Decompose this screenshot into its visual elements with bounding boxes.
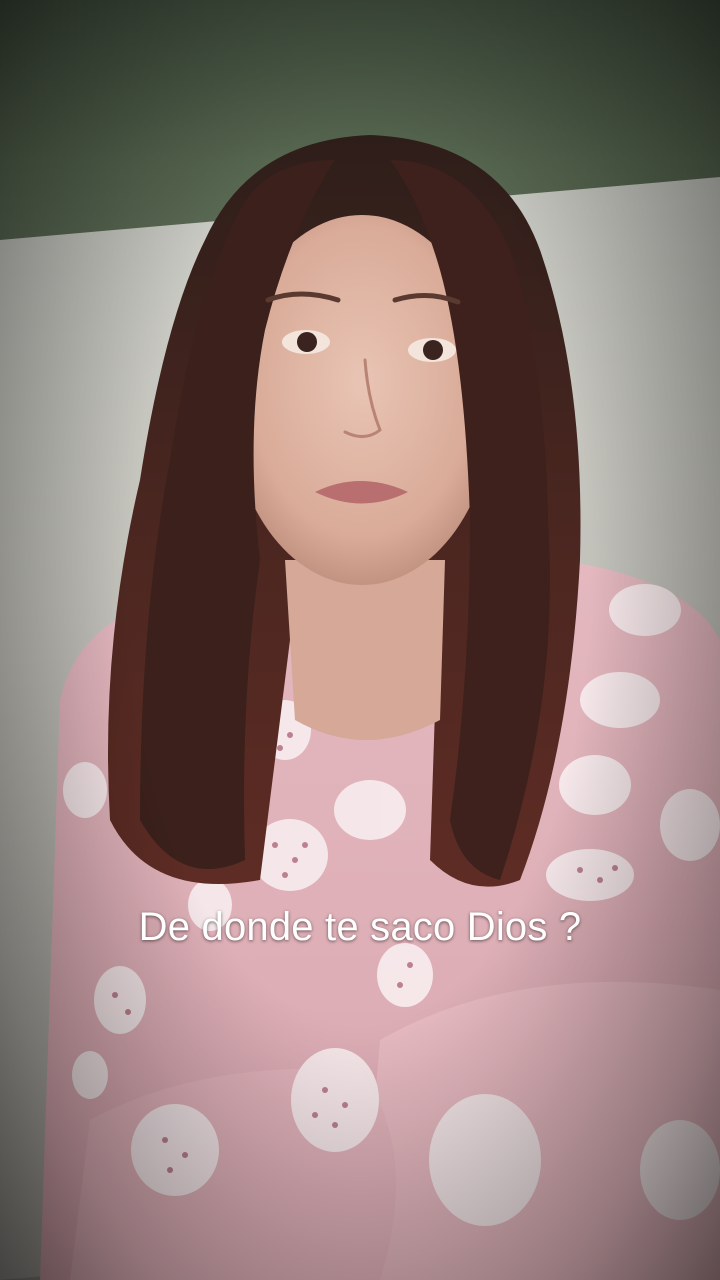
person-illustration [40,135,720,1280]
video-caption: De donde te saco Dios ? [138,905,582,949]
video-frame: De donde te saco Dios ? [0,0,720,1280]
neck [285,560,445,740]
